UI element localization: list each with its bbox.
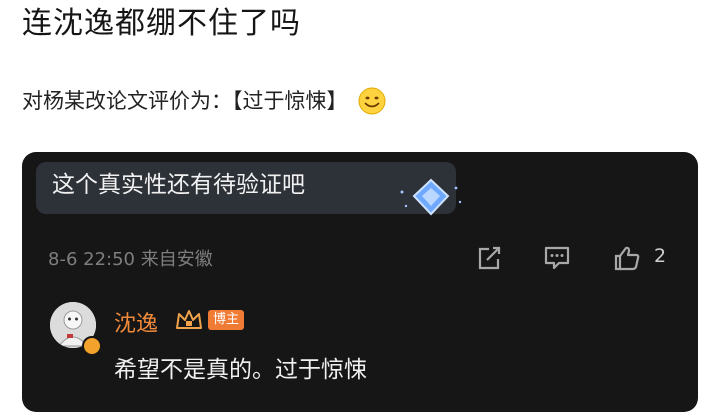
share-icon[interactable] (474, 244, 504, 272)
post-description: 对杨某改论文评价为：【过于惊悚】 (22, 86, 386, 116)
verified-badge-icon (82, 336, 102, 356)
post-description-text: 对杨某改论文评价为：【过于惊悚】 (22, 89, 348, 113)
post-title: 连沈逸都绷不住了吗 (22, 6, 301, 41)
author-tag: 博主 (208, 310, 245, 330)
like-count: 2 (654, 245, 667, 267)
comment-card: 这个真实性还有待验证吧 8-6 22:50 来自安徽 2 沈逸 博主 希望不是真… (22, 152, 698, 412)
crown-icon (176, 310, 202, 329)
comment-text: 这个真实性还有待验证吧 (52, 172, 305, 198)
like-icon[interactable] (612, 244, 642, 272)
comment-icon[interactable] (542, 244, 572, 272)
diamond-icon (400, 178, 462, 216)
reply-author-name[interactable]: 沈逸 (114, 306, 158, 338)
comment-meta: 8-6 22:50 来自安徽 (48, 249, 213, 270)
reply-text: 希望不是真的。过于惊悚 (114, 357, 367, 383)
smile-emoji-icon (358, 87, 385, 115)
